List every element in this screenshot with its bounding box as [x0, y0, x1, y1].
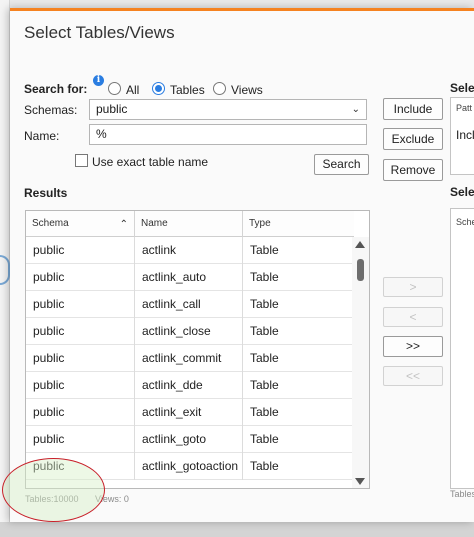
- background-window-strip: [0, 522, 474, 537]
- table-row[interactable]: public actlink_dde Table: [26, 372, 354, 399]
- move-left-button[interactable]: <: [383, 307, 443, 327]
- cell-name: actlink: [135, 237, 243, 264]
- cell-type: Table: [250, 459, 279, 473]
- column-header-type[interactable]: Type: [243, 211, 354, 237]
- schemas-label: Schemas:: [24, 103, 78, 117]
- cell-type: Table: [250, 270, 279, 284]
- selected-tables-list[interactable]: Sche: [450, 208, 474, 489]
- sort-ascending-icon: ⌃: [119, 219, 128, 230]
- column-header-name[interactable]: Name: [135, 211, 243, 237]
- radio-all[interactable]: [108, 82, 121, 95]
- radio-views[interactable]: [213, 82, 226, 95]
- table-row[interactable]: public actlink_goto Table: [26, 426, 354, 453]
- cell-type: Table: [250, 243, 279, 257]
- info-icon[interactable]: i: [93, 75, 104, 86]
- cell-name: actlink_auto: [135, 264, 243, 291]
- radio-tables[interactable]: [152, 82, 165, 95]
- cell-schema: public: [26, 426, 135, 453]
- cell-schema: public: [26, 237, 135, 264]
- scroll-down-icon[interactable]: [355, 478, 365, 485]
- cell-type: Table: [250, 297, 279, 311]
- cell-schema: public: [26, 399, 135, 426]
- name-input[interactable]: %: [89, 124, 367, 145]
- pattern-column-header: Patt: [456, 103, 473, 113]
- pattern-include-value: Incl: [456, 128, 474, 142]
- results-table-header: Schema ⌃ Name Type: [26, 211, 354, 237]
- chevron-down-icon: ⌄: [351, 104, 360, 115]
- name-label: Name:: [24, 129, 60, 143]
- cell-type: Table: [250, 432, 279, 446]
- search-for-label: Search for:: [24, 82, 88, 96]
- exact-name-label: Use exact table name: [92, 155, 209, 169]
- cell-schema: public: [26, 372, 135, 399]
- include-button[interactable]: Include: [383, 98, 443, 120]
- cell-name: actlink_dde: [135, 372, 243, 399]
- selected-patterns-list[interactable]: Patt Incl: [450, 97, 474, 175]
- selected-tables-label: Selec: [450, 185, 474, 199]
- table-row[interactable]: public actlink_auto Table: [26, 264, 354, 291]
- move-right-button[interactable]: >: [383, 277, 443, 297]
- cell-schema: public: [26, 264, 135, 291]
- table-row[interactable]: public actlink_commit Table: [26, 345, 354, 372]
- exclude-button[interactable]: Exclude: [383, 128, 443, 150]
- radio-all-label: All: [126, 83, 140, 97]
- cell-type: Table: [250, 405, 279, 419]
- cell-type: Table: [250, 378, 279, 392]
- move-all-left-button[interactable]: <<: [383, 366, 443, 386]
- exact-name-checkbox[interactable]: [75, 154, 88, 167]
- cell-schema: public: [26, 318, 135, 345]
- cell-name: actlink_close: [135, 318, 243, 345]
- selected-patterns-label: Selec: [450, 81, 474, 95]
- results-label: Results: [24, 186, 68, 200]
- cell-name: actlink_commit: [135, 345, 243, 372]
- scroll-up-icon[interactable]: [355, 241, 365, 248]
- cell-type: Table: [250, 351, 279, 365]
- cell-name: actlink_gotoaction: [135, 453, 243, 480]
- results-table[interactable]: Schema ⌃ Name Type public actlink Table pub…: [25, 210, 370, 489]
- cell-name: actlink_exit: [135, 399, 243, 426]
- name-value: %: [96, 127, 107, 141]
- select-tables-dialog: Select Tables/Views Search for: i All Ta…: [10, 8, 474, 522]
- dialog-title: Select Tables/Views: [24, 23, 175, 42]
- schemas-value: public: [96, 102, 128, 116]
- column-header-schema-label: Schema: [32, 218, 69, 229]
- selected-schema-header: Sche: [456, 217, 474, 227]
- schemas-dropdown[interactable]: public ⌄: [89, 99, 367, 120]
- cell-schema: public: [26, 291, 135, 318]
- table-row[interactable]: public actlink_exit Table: [26, 399, 354, 426]
- highlight-annotation-circle: [2, 458, 105, 522]
- radio-tables-label: Tables: [170, 83, 205, 97]
- results-vertical-scrollbar[interactable]: [352, 237, 369, 488]
- cell-type: Table: [250, 324, 279, 338]
- cell-schema: public: [26, 345, 135, 372]
- cell-name: actlink_goto: [135, 426, 243, 453]
- cell-name: actlink_call: [135, 291, 243, 318]
- selected-tables-count: Tables: [450, 489, 474, 499]
- radio-views-label: Views: [231, 83, 263, 97]
- table-row[interactable]: public actlink_call Table: [26, 291, 354, 318]
- column-header-schema[interactable]: Schema ⌃: [26, 211, 135, 237]
- scrollbar-thumb[interactable]: [357, 259, 364, 281]
- table-row[interactable]: public actlink Table: [26, 237, 354, 264]
- table-row[interactable]: public actlink_close Table: [26, 318, 354, 345]
- search-button[interactable]: Search: [314, 154, 369, 175]
- move-all-right-button[interactable]: >>: [383, 336, 443, 357]
- remove-button[interactable]: Remove: [383, 159, 443, 181]
